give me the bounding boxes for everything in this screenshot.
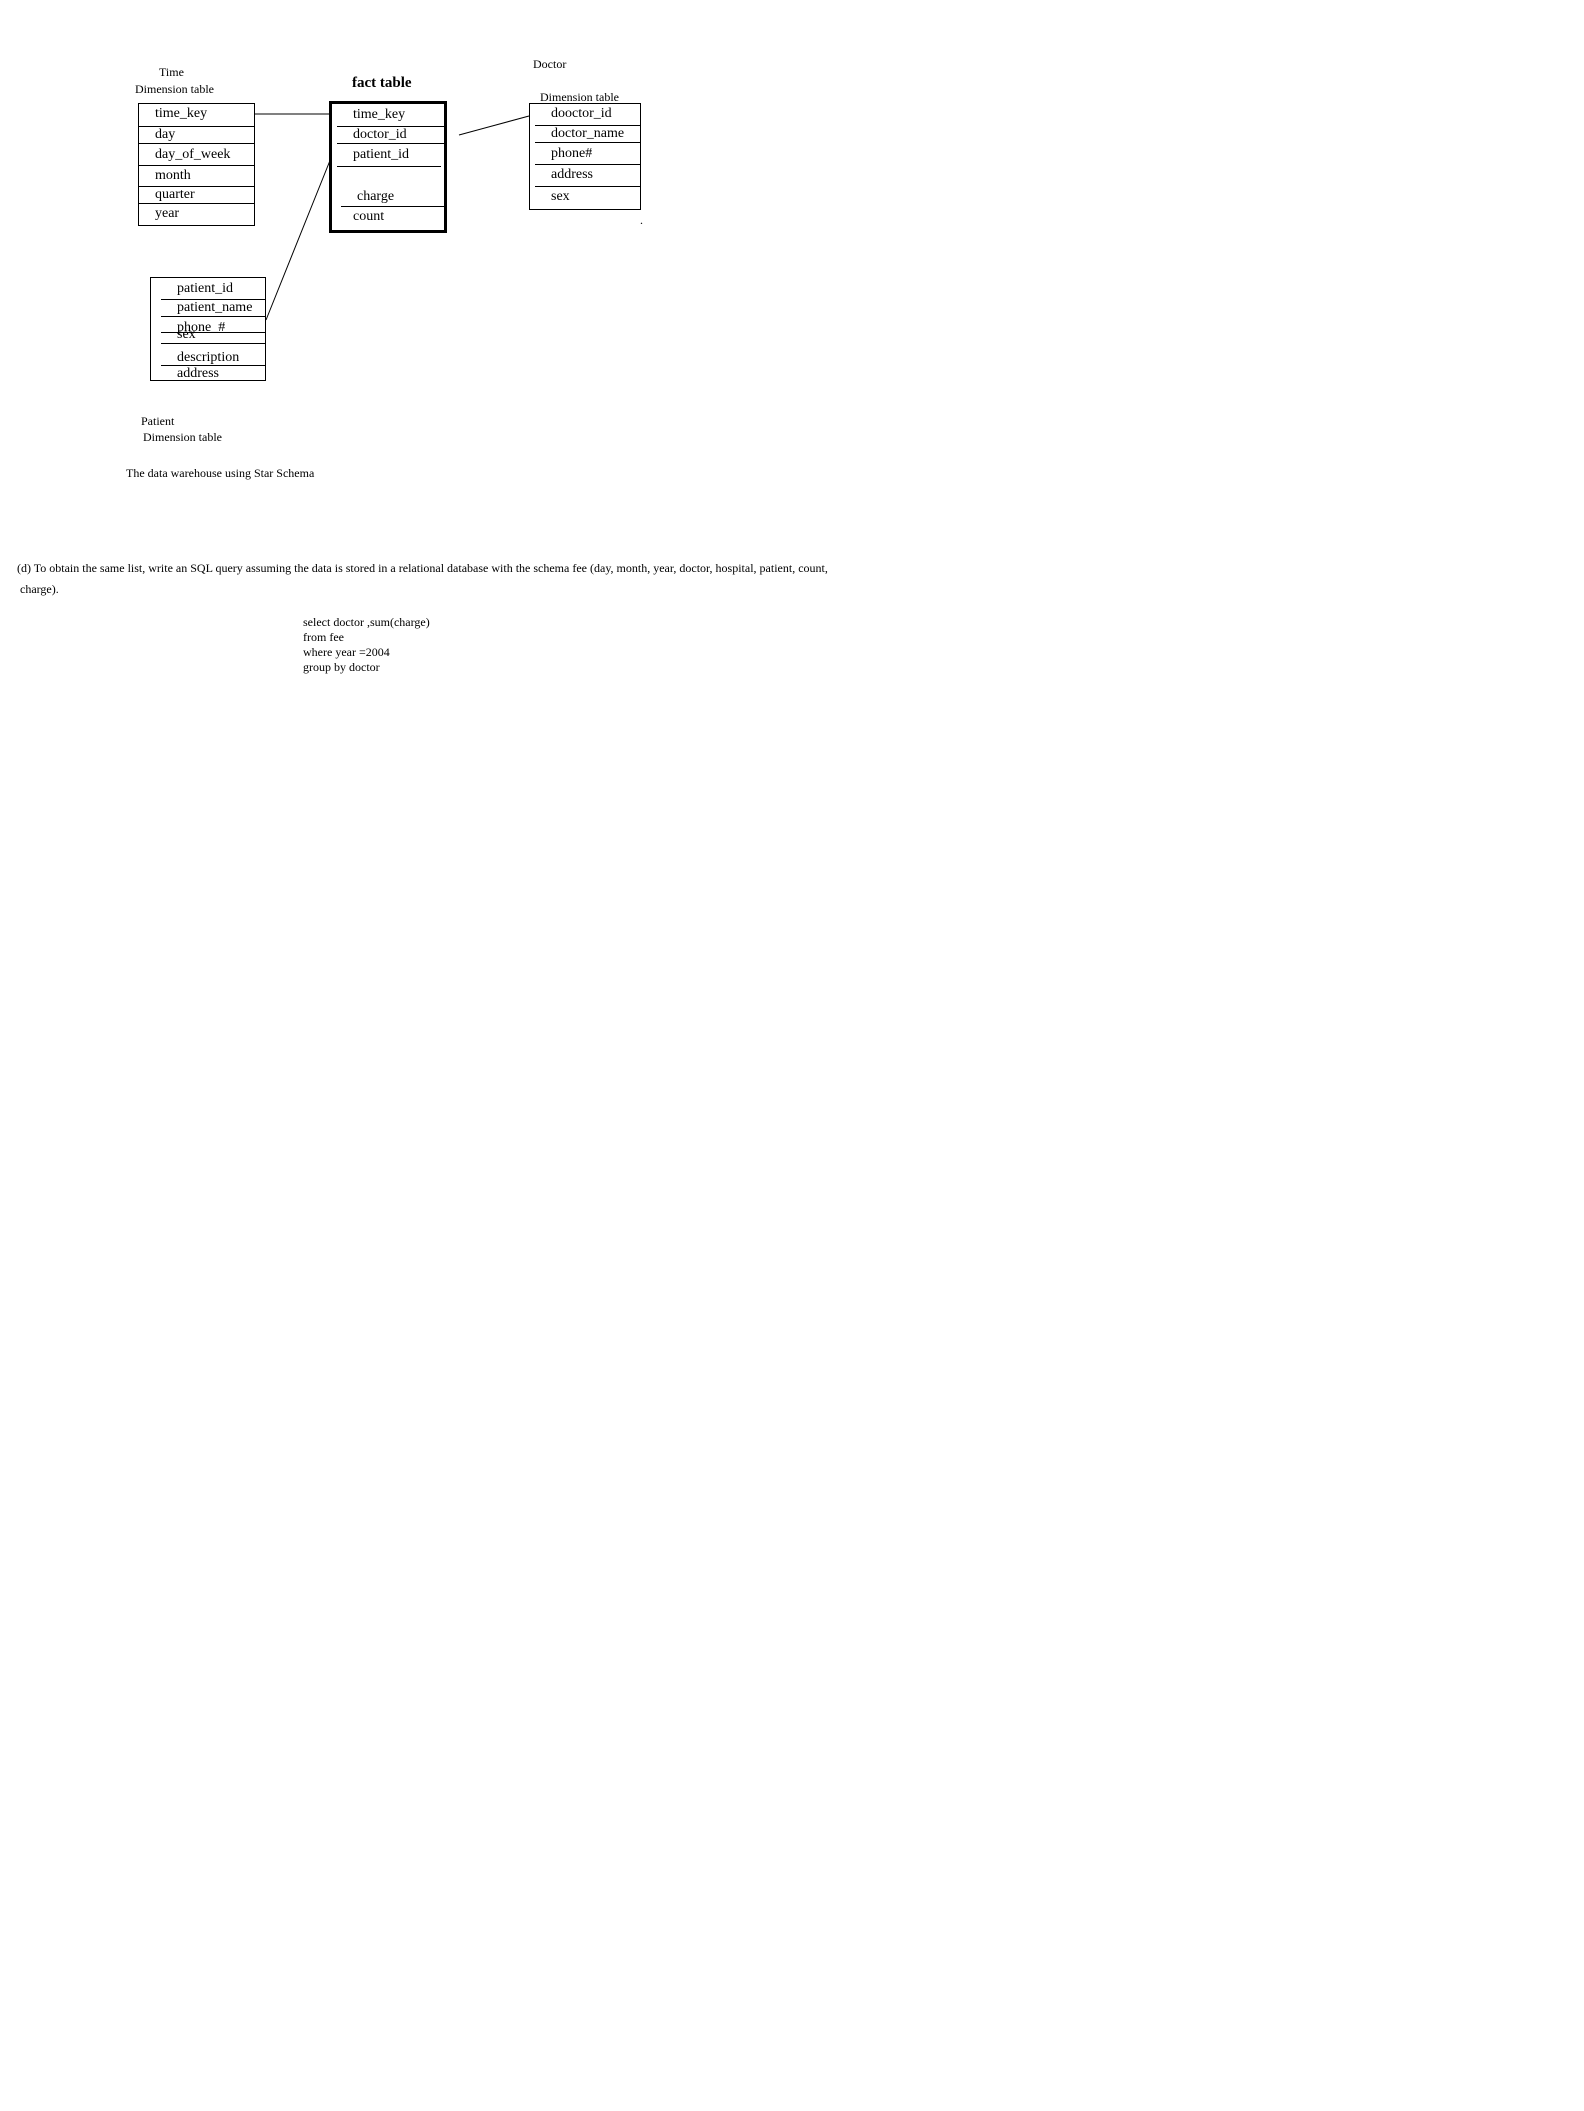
doctor-field-address: address bbox=[535, 165, 640, 187]
sql-line-group-by: group by doctor bbox=[303, 660, 380, 674]
doctor-field-name: doctor_name bbox=[535, 126, 640, 143]
fact-field-time-key: time_key bbox=[337, 104, 444, 127]
doctor-field-id: dooctor_id bbox=[535, 104, 640, 126]
sql-line-where: where year =2004 bbox=[303, 645, 390, 659]
time-field-day-of-week: day_of_week bbox=[139, 144, 254, 166]
doctor-to-fact-connector bbox=[458, 115, 530, 136]
time-dimension-title: Time bbox=[159, 65, 184, 79]
patient-field-description: description bbox=[161, 350, 265, 366]
time-field-quarter: quarter bbox=[139, 187, 254, 204]
fact-field-doctor-id: doctor_id bbox=[337, 127, 444, 144]
doctor-dimension-table: dooctor_id doctor_name phone# address se… bbox=[529, 103, 641, 210]
doctor-field-phone: phone# bbox=[535, 143, 640, 165]
time-field-year: year bbox=[155, 206, 180, 221]
question-line-2: charge). bbox=[20, 582, 59, 596]
patient-field-sex: sex bbox=[161, 327, 265, 344]
doctor-dimension-title: Doctor bbox=[533, 57, 567, 71]
time-field-time-key: time_key bbox=[139, 104, 254, 127]
time-dimension-subtitle: Dimension table bbox=[135, 82, 214, 96]
sql-line-from: from fee bbox=[303, 630, 344, 644]
patient-field-id: patient_id bbox=[161, 278, 265, 300]
patient-to-fact-connector bbox=[265, 157, 332, 321]
fact-table-title: fact table bbox=[352, 75, 412, 91]
sql-query: select doctor ,sum(charge) from fee wher… bbox=[303, 615, 430, 675]
patient-dimension-subtitle: Dimension table bbox=[143, 430, 222, 444]
fact-field-charge: charge bbox=[341, 167, 444, 207]
patient-field-address: address bbox=[177, 366, 219, 381]
doctor-field-sex: sex bbox=[551, 189, 570, 204]
stray-dot: . bbox=[640, 213, 643, 227]
question-line-1: (d) To obtain the same list, write an SQ… bbox=[17, 561, 828, 575]
patient-field-name: patient_name bbox=[161, 300, 265, 317]
fact-field-count: count bbox=[353, 209, 385, 224]
doctor-dimension-subtitle: Dimension table bbox=[540, 90, 619, 104]
diagram-caption: The data warehouse using Star Schema bbox=[126, 466, 315, 480]
time-dimension-table: time_key day day_of_week month quarter y… bbox=[138, 103, 255, 226]
time-field-day: day bbox=[139, 127, 254, 144]
time-field-month: month bbox=[139, 166, 254, 187]
sql-line-select: select doctor ,sum(charge) bbox=[303, 615, 430, 629]
fact-table: time_key doctor_id patient_id charge cou… bbox=[329, 101, 447, 233]
patient-dimension-table: patient_id patient_name phone_# sex desc… bbox=[150, 277, 266, 381]
fact-field-patient-id: patient_id bbox=[337, 144, 441, 167]
patient-dimension-title: Patient bbox=[141, 414, 175, 428]
